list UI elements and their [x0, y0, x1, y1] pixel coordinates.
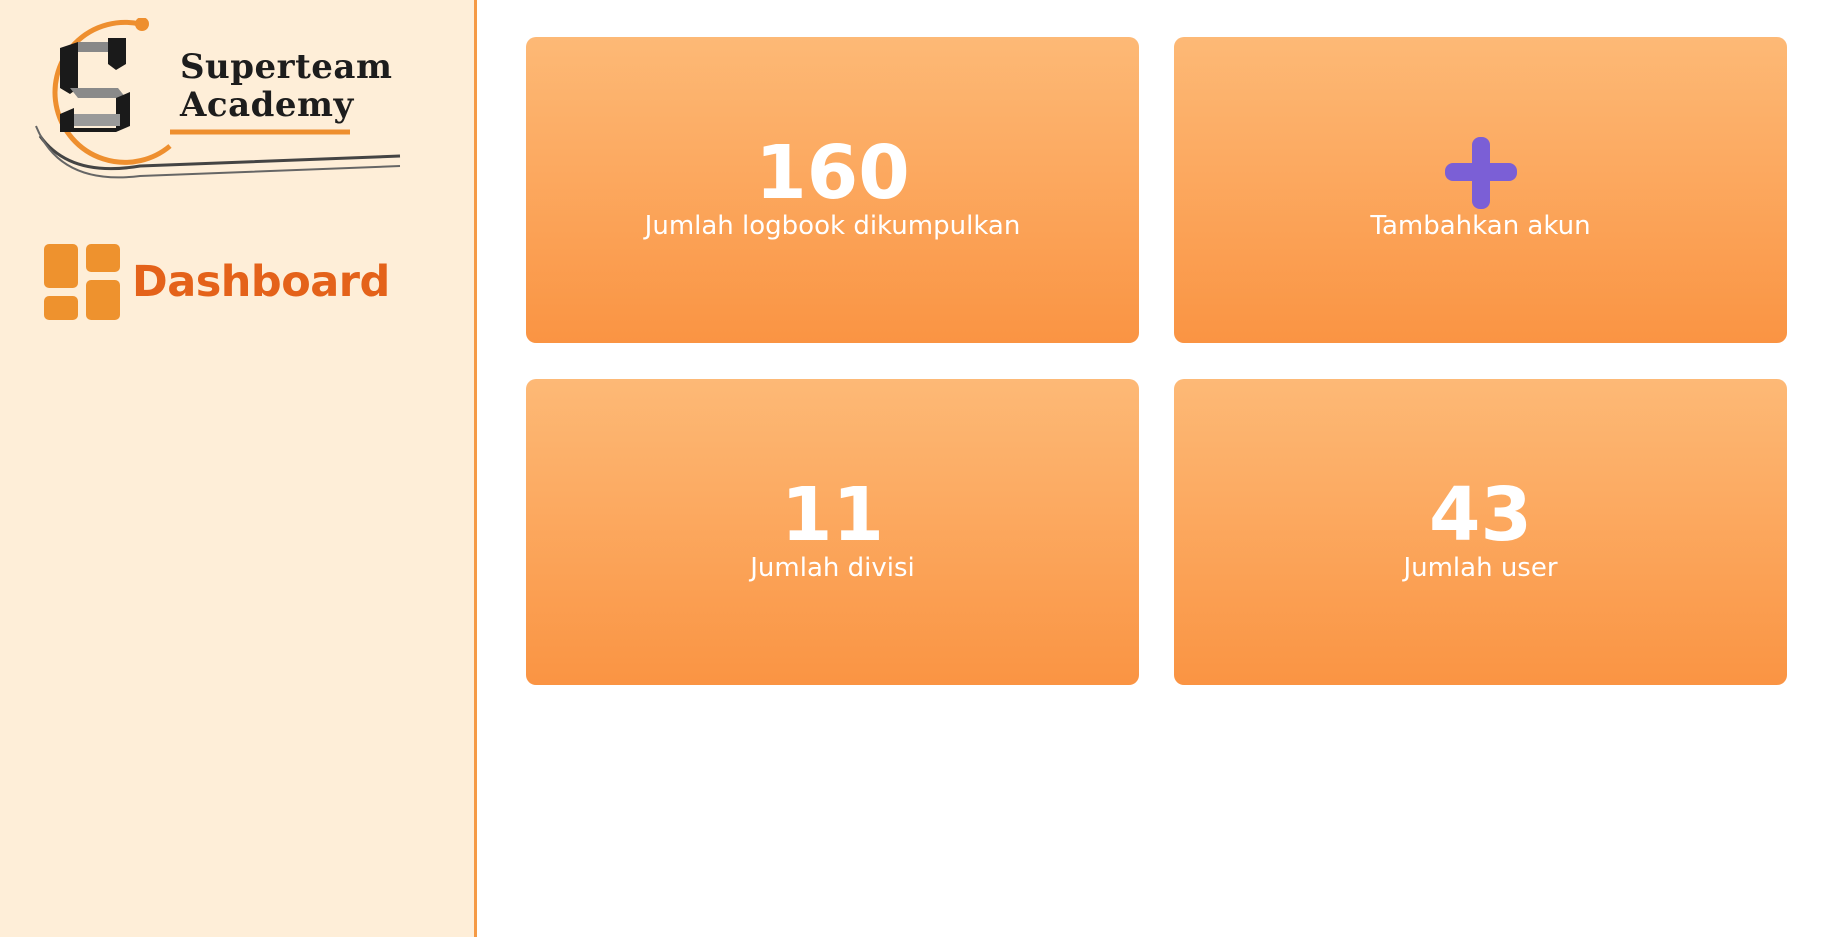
user-count-label: Jumlah user: [1403, 553, 1558, 583]
brand-line-2: Academy: [180, 85, 354, 125]
plus-icon: [1444, 137, 1517, 209]
add-account-label: Tambahkan akun: [1370, 211, 1591, 241]
logbook-count-card: 160 Jumlah logbook dikumpulkan: [526, 37, 1139, 343]
division-count-card: 11 Jumlah divisi: [526, 379, 1139, 685]
logbook-count-value: 160: [755, 130, 910, 216]
sidebar: Superteam Academy Dashboard: [0, 0, 477, 937]
dashboard-grid-icon: [44, 244, 120, 320]
brand-name: Superteam Academy: [180, 48, 392, 124]
add-account-card[interactable]: Tambahkan akun: [1174, 37, 1787, 343]
division-count-label: Jumlah divisi: [750, 553, 915, 583]
sidebar-item-dashboard[interactable]: Dashboard: [44, 244, 390, 320]
superteam-academy-logo: Superteam Academy: [30, 18, 410, 188]
division-count-value: 11: [781, 472, 884, 558]
app: Superteam Academy Dashboard 160 Jumlah l…: [0, 0, 1823, 937]
brand-line-1: Superteam: [180, 47, 393, 87]
user-count-value: 43: [1429, 472, 1532, 558]
sidebar-item-label: Dashboard: [132, 257, 390, 307]
user-count-card: 43 Jumlah user: [1174, 379, 1787, 685]
logbook-count-label: Jumlah logbook dikumpulkan: [644, 211, 1021, 241]
